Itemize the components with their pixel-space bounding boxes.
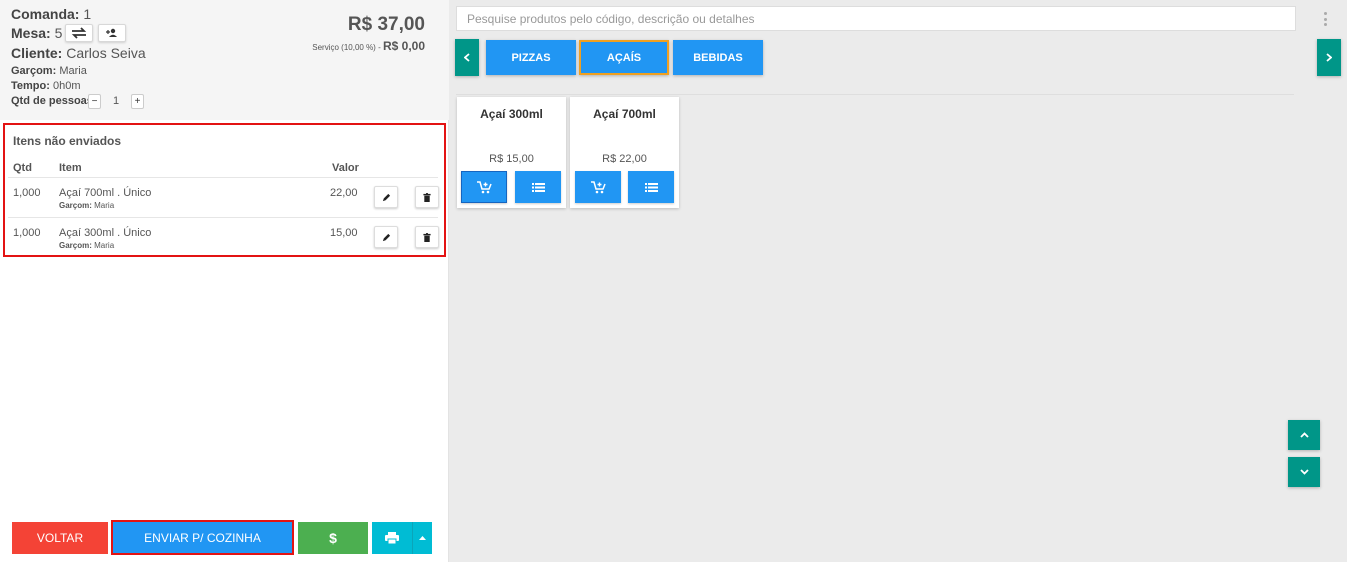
- add-to-cart-button[interactable]: [575, 171, 621, 203]
- send-to-kitchen-button[interactable]: ENVIAR P/ COZINHA: [111, 520, 294, 555]
- add-to-cart-icon: [476, 180, 492, 193]
- product-details-button[interactable]: [628, 171, 674, 203]
- delete-item-button[interactable]: [415, 226, 439, 248]
- item-name: Açaí 700ml . Único: [59, 187, 152, 199]
- cliente-line: Cliente: Carlos Seiva: [11, 45, 146, 61]
- cliente-value: Carlos Seiva: [66, 45, 146, 61]
- add-to-cart-icon: [590, 180, 606, 193]
- col-header-valor: Valor: [332, 162, 359, 174]
- printer-icon: [385, 532, 399, 544]
- garcom-line: Garçom: Maria: [11, 65, 87, 77]
- scroll-down-button[interactable]: [1288, 457, 1320, 487]
- item-garcom: Garçom: Maria: [59, 201, 114, 210]
- chevron-up-icon: [1299, 432, 1309, 438]
- mesa-value: 5: [54, 25, 63, 41]
- item-qtd: 1,000: [13, 227, 41, 239]
- categories-next-button[interactable]: [1317, 39, 1341, 76]
- product-name: Açaí 700ml: [593, 107, 656, 121]
- swap-table-button[interactable]: [65, 24, 93, 42]
- item-garcom-label: Garçom:: [59, 241, 92, 250]
- service-fee-value: R$ 0,00: [382, 39, 425, 53]
- comanda-value: 1: [83, 6, 92, 22]
- garcom-value: Maria: [59, 65, 87, 77]
- item-garcom-label: Garçom:: [59, 201, 92, 210]
- comanda-line: Comanda: 1: [11, 6, 91, 22]
- col-header-item: Item: [59, 162, 82, 174]
- list-icon: [531, 182, 545, 192]
- pencil-icon: [382, 233, 390, 241]
- chevron-left-icon: [464, 53, 470, 62]
- divider: [456, 94, 1294, 95]
- edit-item-button[interactable]: [374, 186, 398, 208]
- payment-button[interactable]: $: [298, 522, 368, 554]
- item-row: 1,000 Açaí 700ml . Único Garçom: Maria 2…: [8, 177, 439, 217]
- col-header-qtd: Qtd: [13, 162, 32, 174]
- order-panel: Comanda: 1 Mesa: 5 Cliente: Carlos Seiva…: [0, 0, 449, 562]
- swap-icon: [71, 27, 87, 39]
- pessoas-label: Qtd de pessoas:: [11, 95, 97, 107]
- person-add-icon: [106, 28, 117, 37]
- add-to-cart-button[interactable]: [461, 171, 507, 203]
- print-options-button[interactable]: [412, 522, 432, 554]
- product-card: Açaí 300ml R$ 15,00: [457, 97, 566, 208]
- edit-item-button[interactable]: [374, 226, 398, 248]
- list-icon: [644, 182, 658, 192]
- tempo-value: 0h0m: [52, 80, 81, 92]
- unsent-items-box: Itens não enviados Qtd Item Valor 1,000 …: [3, 123, 446, 257]
- tempo-line: Tempo: 0h0m: [11, 80, 81, 92]
- comanda-label: Comanda:: [11, 6, 80, 22]
- pessoas-line: Qtd de pessoas:: [11, 95, 97, 107]
- item-valor: 15,00: [330, 227, 358, 239]
- trash-icon: [423, 232, 431, 242]
- garcom-label: Garçom:: [11, 65, 57, 77]
- scroll-up-button[interactable]: [1288, 420, 1320, 450]
- kebab-menu-icon[interactable]: [1322, 12, 1328, 26]
- order-total: R$ 37,00: [347, 14, 425, 35]
- product-card: Açaí 700ml R$ 22,00: [570, 97, 679, 208]
- mesa-label: Mesa:: [11, 25, 51, 41]
- item-qtd: 1,000: [13, 187, 41, 199]
- delete-item-button[interactable]: [415, 186, 439, 208]
- decrease-people-button[interactable]: −: [88, 94, 101, 109]
- product-price: R$ 15,00: [489, 153, 534, 165]
- increase-people-button[interactable]: +: [131, 94, 144, 109]
- print-button[interactable]: [372, 522, 412, 554]
- tab-acais[interactable]: AÇAÍS: [579, 40, 669, 75]
- product-details-button[interactable]: [515, 171, 561, 203]
- trash-icon: [423, 192, 431, 202]
- pessoas-value: 1: [113, 95, 120, 107]
- product-name: Açaí 300ml: [480, 107, 543, 121]
- service-fee-label: Serviço (10,00 %): [312, 43, 376, 52]
- cliente-label: Cliente:: [11, 45, 63, 61]
- person-add-button[interactable]: [98, 24, 126, 42]
- back-button[interactable]: VOLTAR: [12, 522, 108, 554]
- item-valor: 22,00: [330, 187, 358, 199]
- mesa-line: Mesa: 5: [11, 25, 62, 41]
- product-price: R$ 22,00: [602, 153, 647, 165]
- chevron-down-icon: [1299, 469, 1309, 475]
- tab-pizzas[interactable]: PIZZAS: [486, 40, 576, 75]
- categories-prev-button[interactable]: [455, 39, 479, 76]
- item-name: Açaí 300ml . Único: [59, 227, 152, 239]
- service-fee: Serviço (10,00 %) - R$ 0,00: [312, 39, 425, 53]
- unsent-items-title: Itens não enviados: [13, 134, 122, 148]
- service-fee-dash: -: [375, 43, 383, 52]
- product-panel: PIZZAS AÇAÍS BEBIDAS Açaí 300ml R$ 15,00…: [449, 0, 1347, 562]
- order-summary: Comanda: 1 Mesa: 5 Cliente: Carlos Seiva…: [0, 0, 449, 120]
- caret-up-icon: [419, 536, 426, 540]
- chevron-right-icon: [1326, 53, 1332, 62]
- search-input[interactable]: [456, 6, 1296, 31]
- tempo-label: Tempo:: [11, 80, 50, 92]
- item-row: 1,000 Açaí 300ml . Único Garçom: Maria 1…: [8, 217, 439, 257]
- tab-bebidas[interactable]: BEBIDAS: [673, 40, 763, 75]
- pencil-icon: [382, 193, 390, 201]
- item-garcom: Garçom: Maria: [59, 241, 114, 250]
- item-garcom-value: Maria: [94, 201, 115, 210]
- item-garcom-value: Maria: [94, 241, 115, 250]
